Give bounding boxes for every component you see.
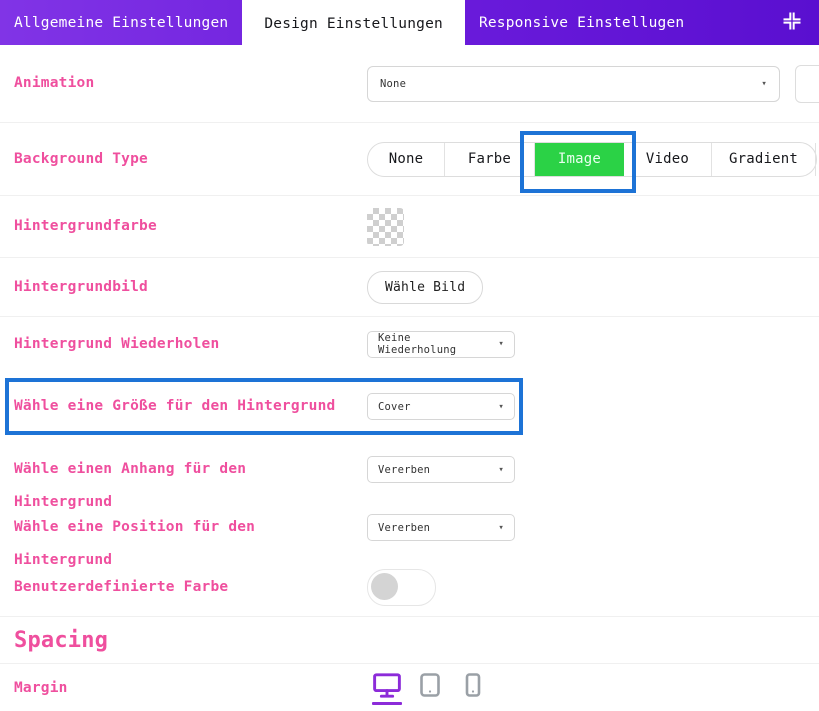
animation-label: Animation: [14, 72, 367, 94]
margin-label: Margin: [14, 677, 367, 699]
background-size-select[interactable]: Cover ▾: [367, 393, 515, 420]
tab-responsive-settings[interactable]: Responsive Einstellugen: [465, 0, 698, 45]
row-background-size-highlighted: Wähle eine Größe für den Hintergrund Cov…: [5, 378, 523, 435]
animation-select-value: None: [380, 78, 406, 90]
row-animation: Animation None ▾: [0, 45, 819, 123]
row-custom-color: Benutzerdefinierte Farbe: [0, 559, 819, 617]
background-size-value: Cover: [378, 401, 411, 413]
background-attachment-value: Vererben: [378, 464, 430, 476]
custom-color-label: Benutzerdefinierte Farbe: [14, 576, 367, 598]
caret-down-icon: ▾: [498, 465, 504, 475]
background-attachment-select[interactable]: Vererben ▾: [367, 456, 515, 483]
caret-down-icon: ▾: [498, 523, 504, 533]
background-type-option-farbe[interactable]: Farbe: [445, 143, 535, 176]
animation-extra-field[interactable]: [795, 65, 819, 103]
row-background-attachment: Wähle einen Anhang für den Hintergrund V…: [0, 443, 819, 501]
spacing-section-header: Spacing: [0, 617, 819, 664]
toggle-knob: [371, 573, 398, 600]
spacing-heading: Spacing: [14, 628, 108, 653]
custom-color-toggle[interactable]: [367, 569, 436, 606]
background-size-label: Wähle eine Größe für den Hintergrund: [14, 395, 367, 417]
design-settings-panel: Allgemeine Einstellungen Design Einstell…: [0, 0, 819, 711]
desktop-icon[interactable]: [372, 672, 402, 705]
background-type-option-image[interactable]: Image: [535, 143, 624, 176]
background-color-swatch[interactable]: [367, 208, 404, 246]
row-background-image: Hintergrundbild Wähle Bild: [0, 258, 819, 317]
caret-down-icon: ▾: [761, 79, 767, 89]
background-position-select[interactable]: Vererben ▾: [367, 514, 515, 541]
device-switcher: [372, 672, 488, 705]
background-repeat-label: Hintergrund Wiederholen: [14, 333, 367, 355]
background-repeat-select[interactable]: Keine Wiederholung ▾: [367, 331, 515, 358]
background-color-label: Hintergrundfarbe: [14, 215, 367, 237]
row-background-type: Background Type None Farbe Image Video G…: [0, 123, 819, 196]
animation-select[interactable]: None ▾: [367, 66, 780, 102]
background-type-label: Background Type: [14, 148, 367, 170]
background-type-option-video[interactable]: Video: [624, 143, 712, 176]
background-type-button-group: None Farbe Image Video Gradient: [367, 142, 817, 177]
active-device-underline: [372, 702, 402, 705]
background-position-value: Vererben: [378, 522, 430, 534]
row-background-repeat: Hintergrund Wiederholen Keine Wiederholu…: [0, 317, 819, 371]
background-type-option-none[interactable]: None: [368, 143, 445, 176]
row-background-color: Hintergrundfarbe: [0, 196, 819, 258]
choose-image-button[interactable]: Wähle Bild: [367, 271, 483, 304]
tab-general-settings[interactable]: Allgemeine Einstellungen: [0, 0, 242, 45]
row-background-position: Wähle eine Position für den Hintergrund …: [0, 501, 819, 559]
background-image-label: Hintergrundbild: [14, 276, 367, 298]
mobile-icon[interactable]: [458, 672, 488, 705]
caret-down-icon: ▾: [498, 339, 504, 349]
background-type-option-gradient[interactable]: Gradient: [712, 143, 816, 176]
row-margin: Margin: [0, 664, 819, 711]
background-repeat-value: Keine Wiederholung: [378, 332, 490, 356]
tab-design-settings[interactable]: Design Einstellungen: [242, 0, 465, 48]
tablet-icon[interactable]: [415, 672, 445, 705]
collapse-icon[interactable]: [781, 10, 803, 32]
caret-down-icon: ▾: [498, 402, 504, 412]
tab-bar: Allgemeine Einstellungen Design Einstell…: [0, 0, 819, 45]
